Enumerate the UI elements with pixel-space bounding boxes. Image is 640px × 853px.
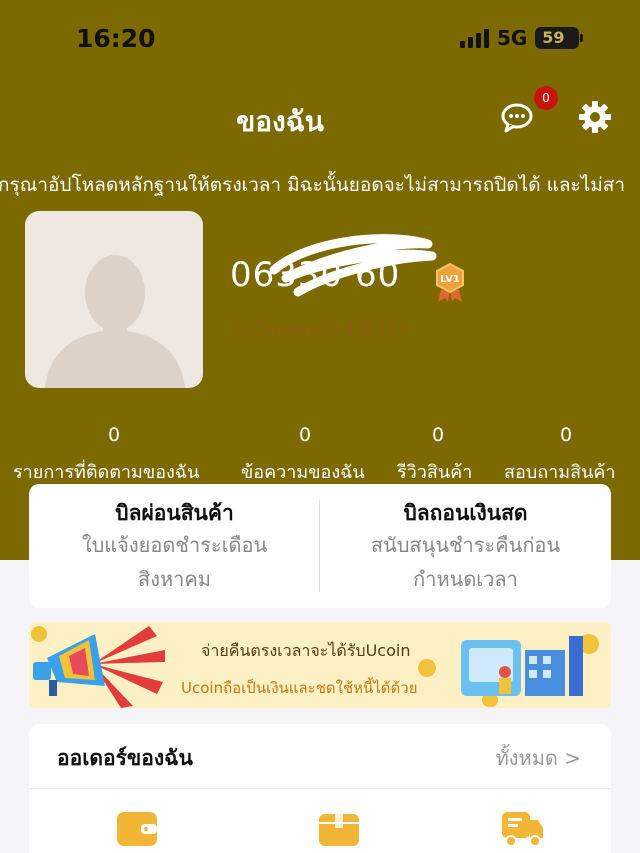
cellular-signal-icon bbox=[460, 28, 489, 48]
banner-headline: จ่ายคืนตรงเวลาจะได้รับUcoin bbox=[201, 641, 411, 660]
view-all-orders-link[interactable]: ทั้งหมด > bbox=[496, 742, 581, 774]
default-person-icon bbox=[45, 255, 185, 388]
wallet-icon bbox=[117, 812, 157, 846]
installment-bill-button[interactable]: บิลผ่อนสินค้า ใบแจ้งยอดชำระเดือน สิงหาคม bbox=[29, 498, 320, 596]
installment-bill-line2: สิงหาคม bbox=[138, 567, 211, 591]
product-reviews-label[interactable]: รีวิวสินค้า bbox=[397, 457, 472, 486]
chat-unread-badge: 0 bbox=[534, 86, 558, 110]
product-inquiries-label[interactable]: สอบถามสินค้า bbox=[504, 457, 616, 486]
redaction-scribble bbox=[269, 234, 437, 297]
status-time: 16:20 bbox=[76, 24, 156, 53]
followed-items-label[interactable]: รายการที่ติดตามของฉัน bbox=[13, 457, 199, 486]
status-indicators: 5G 59 bbox=[460, 26, 584, 50]
battery-level: 59 bbox=[542, 28, 565, 47]
inquiries-count[interactable]: 0 bbox=[536, 424, 596, 446]
installment-bill-title: บิลผ่อนสินค้า bbox=[115, 501, 234, 525]
network-type: 5G bbox=[497, 26, 528, 50]
package-icon bbox=[319, 814, 359, 846]
order-status-to-ship[interactable] bbox=[317, 808, 361, 848]
cash-bill-title: บิลถอนเงินสด bbox=[403, 501, 528, 525]
notice-text: กรุณาอัปโหลดหลักฐานให้ตรงเวลา มิฉะนั้นยอ… bbox=[0, 174, 626, 196]
installment-bill-line1: ใบแจ้งยอดชำระเดือน bbox=[81, 533, 268, 557]
avatar[interactable] bbox=[25, 211, 203, 388]
banner-subline: Ucoinถือเป็นเงินและชดใช้หนี้ได้ด้วย bbox=[181, 679, 418, 697]
orders-divider bbox=[29, 788, 611, 789]
credit-balance-link[interactable]: วงเงินคงเหลือ4,640> bbox=[230, 314, 413, 344]
cash-withdrawal-bill-button[interactable]: บิลถอนเงินสด สนับสนุนชำระคืนก่อน กำหนดเว… bbox=[320, 498, 611, 596]
my-messages-label[interactable]: ข้อความของฉัน bbox=[241, 457, 365, 486]
chat-button[interactable] bbox=[500, 102, 536, 134]
notice-marquee: กรุณาอัปโหลดหลักฐานให้ตรงเวลา มิฉะนั้นยอ… bbox=[0, 168, 640, 202]
delivery-truck-icon bbox=[502, 812, 543, 847]
settings-button[interactable] bbox=[578, 100, 612, 134]
chat-bubble-icon bbox=[501, 103, 533, 133]
level-text: LV1 bbox=[440, 274, 460, 285]
level-badge-icon: LV1 bbox=[436, 262, 464, 302]
followed-count[interactable]: 0 bbox=[84, 424, 144, 446]
page-title: ของฉัน bbox=[236, 105, 324, 138]
ucoin-promo-banner[interactable]: จ่ายคืนตรงเวลาจะได้รับUcoin Ucoinถือเป็น… bbox=[29, 622, 611, 708]
cash-bill-line2: กำหนดเวลา bbox=[413, 567, 518, 591]
gear-icon bbox=[579, 101, 611, 133]
order-status-pending-payment[interactable] bbox=[115, 808, 159, 848]
my-orders-title: ออเดอร์ของฉัน bbox=[57, 746, 193, 770]
reviews-count[interactable]: 0 bbox=[408, 424, 468, 446]
bill-card: บิลผ่อนสินค้า ใบแจ้งยอดชำระเดือน สิงหาคม… bbox=[29, 484, 611, 608]
cash-bill-line1: สนับสนุนชำระคืนก่อน bbox=[370, 533, 561, 557]
messages-count[interactable]: 0 bbox=[275, 424, 335, 446]
my-orders-card: ออเดอร์ของฉัน ทั้งหมด > bbox=[29, 724, 611, 853]
battery-icon: 59 bbox=[535, 27, 584, 49]
order-status-shipping[interactable] bbox=[500, 808, 544, 848]
